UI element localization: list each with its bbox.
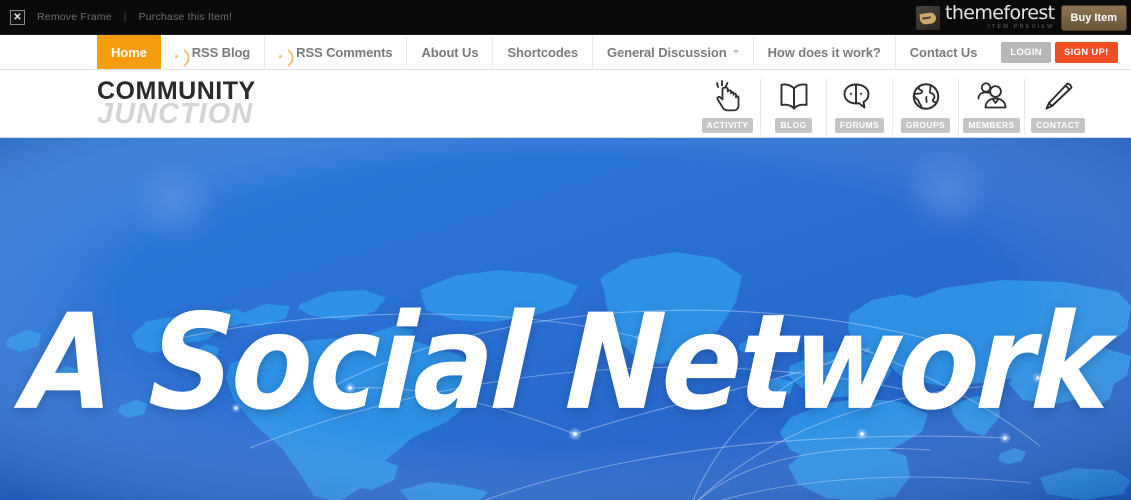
nav-label: RSS Blog	[191, 44, 251, 60]
nav-item-general-discussion[interactable]: General Discussion	[593, 35, 754, 69]
site-header: COMMUNITY JUNCTION ACTIVITY BLOG FORUMS …	[0, 70, 1131, 138]
open-book-icon	[780, 83, 807, 110]
nav-label: About Us	[421, 44, 479, 60]
chevron-down-icon	[732, 50, 739, 54]
buy-item-button[interactable]: Buy Item	[1060, 4, 1127, 31]
nav-label: Contact Us	[909, 44, 978, 60]
frame-bar-divider: |	[123, 11, 127, 23]
themeforest-wordmark: themeforest ITEM PREVIEW	[945, 4, 1055, 31]
icon-nav-label: FORUMS	[834, 118, 885, 133]
nav-label: General Discussion	[606, 44, 727, 60]
auth-buttons: LOGIN SIGN UP!	[991, 35, 1127, 69]
purchase-item-link[interactable]: Purchase this Item!	[139, 11, 233, 23]
rss-icon	[279, 47, 290, 58]
rss-icon	[174, 47, 186, 58]
pointing-hand-icon	[715, 80, 739, 112]
icon-nav-groups[interactable]: GROUPS	[893, 78, 959, 135]
nav-label: RSS Comments	[296, 44, 393, 60]
frame-bar-left: ✕ Remove Frame | Purchase this Item!	[0, 9, 233, 25]
nav-label: How does it work?	[767, 44, 881, 60]
logo-line-junction: JUNCTION	[97, 97, 254, 130]
people-icon	[977, 82, 1006, 109]
icon-nav-members[interactable]: MEMBERS	[959, 78, 1025, 135]
nav-item-about-us[interactable]: About Us	[407, 35, 494, 69]
signup-button[interactable]: SIGN UP!	[1054, 41, 1118, 63]
close-icon[interactable]: ✕	[10, 9, 25, 25]
nav-item-rss-blog[interactable]: RSS Blog	[161, 35, 266, 69]
nav-item-home[interactable]: Home	[97, 35, 161, 69]
hero-banner: A Social Network	[0, 138, 1131, 500]
themeforest-frame-bar: ✕ Remove Frame | Purchase this Item! the…	[0, 0, 1131, 35]
remove-frame-link[interactable]: Remove Frame	[37, 11, 112, 23]
themeforest-subtitle: ITEM PREVIEW	[988, 24, 1055, 31]
icon-navigation: ACTIVITY BLOG FORUMS GROUPS MEMBERS CONT…	[695, 73, 1091, 135]
login-button[interactable]: LOGIN	[1001, 41, 1051, 63]
themeforest-name: themeforest	[945, 2, 1055, 25]
icon-nav-label: ACTIVITY	[701, 118, 754, 133]
icon-nav-contact[interactable]: CONTACT	[1025, 79, 1091, 135]
nav-item-how-does-it-work[interactable]: How does it work?	[754, 35, 896, 69]
nav-label: Home	[111, 44, 147, 60]
nav-item-rss-comments[interactable]: RSS Comments	[265, 35, 408, 69]
icon-nav-label: BLOG	[775, 118, 812, 133]
icon-nav-label: CONTACT	[1031, 118, 1085, 133]
icon-nav-forums[interactable]: FORUMS	[827, 78, 893, 135]
icon-nav-blog[interactable]: BLOG	[761, 78, 827, 135]
speech-bubbles-icon	[843, 83, 869, 109]
icon-nav-label: MEMBERS	[963, 118, 1020, 133]
main-navigation: Home RSS Blog RSS Comments About Us Shor…	[0, 35, 1131, 70]
themeforest-logo[interactable]: themeforest ITEM PREVIEW	[916, 0, 1061, 35]
nav-label: Shortcodes	[507, 44, 578, 60]
themeforest-leaf-icon	[916, 5, 940, 30]
nav-item-contact-us[interactable]: Contact Us	[896, 35, 992, 69]
frame-bar-right: themeforest ITEM PREVIEW Buy Item	[916, 0, 1131, 35]
icon-nav-activity[interactable]: ACTIVITY	[695, 78, 761, 135]
icon-nav-label: GROUPS	[900, 118, 951, 133]
globe-icon	[912, 83, 939, 111]
nav-item-shortcodes[interactable]: Shortcodes	[493, 35, 593, 69]
site-logo[interactable]: COMMUNITY JUNCTION	[97, 78, 256, 130]
pen-icon	[1045, 82, 1073, 110]
hero-headline: A Social Network	[19, 284, 1112, 440]
